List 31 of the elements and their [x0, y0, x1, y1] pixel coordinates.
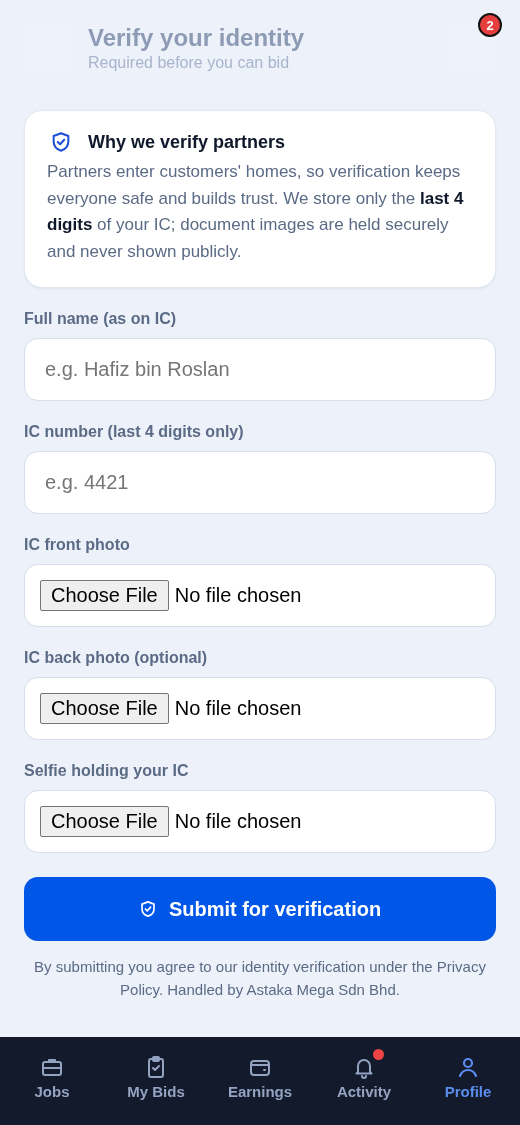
choose-file-button[interactable]: Choose File	[40, 693, 169, 724]
nav-tab[interactable]: Earnings	[208, 1047, 312, 1102]
input-field[interactable]: e.g. 4421	[24, 451, 496, 514]
card-title: Why we verify partners	[88, 131, 286, 153]
file-field[interactable]: Choose File No file chosen	[24, 677, 496, 740]
file-field[interactable]: Choose File No file chosen	[24, 564, 496, 627]
user-icon	[456, 1055, 480, 1079]
field-label: Selfie holding your IC	[24, 762, 190, 780]
choose-file-button[interactable]: Choose File	[40, 806, 169, 837]
nav-tab[interactable]: Jobs	[0, 1047, 104, 1102]
footnote-text: By submitting you agree to our identity verification under the Privacy Policy. Handled by Astaka Mega Sdn Bhd.	[33, 957, 487, 1000]
page-subtitle: Required before you can bid	[88, 54, 291, 72]
file-field[interactable]: Choose File No file chosen	[24, 790, 496, 853]
shield-check-icon	[138, 900, 157, 918]
shield-check-icon	[50, 131, 72, 153]
nav-tab[interactable]: Activity	[312, 1047, 416, 1102]
submit-button[interactable]: Submit for verification	[24, 877, 496, 941]
file-status: No file chosen	[174, 697, 302, 720]
notification-badge: 2	[478, 13, 502, 37]
input-field[interactable]: e.g. Hafiz bin Roslan	[24, 338, 496, 401]
nav-tab[interactable]: Profile	[416, 1047, 520, 1102]
field-label: IC back photo (optional)	[24, 649, 209, 667]
field-label: IC number (last 4 digits only)	[24, 423, 245, 441]
field-label: Full name (as on IC)	[24, 310, 177, 328]
nav-tab[interactable]: My Bids	[104, 1047, 208, 1102]
field-label: IC front photo	[24, 536, 131, 554]
choose-file-button[interactable]: Choose File	[40, 580, 169, 611]
file-status: No file chosen	[174, 584, 302, 607]
card-text: Partners enter customers' homes, so verification keeps everyone safe and builds trust. We store only the last 4 digits of your IC; document images are held securely and never shown publicly.	[47, 161, 465, 263]
page-title: Verify your identity	[88, 24, 306, 52]
file-status: No file chosen	[174, 810, 302, 833]
